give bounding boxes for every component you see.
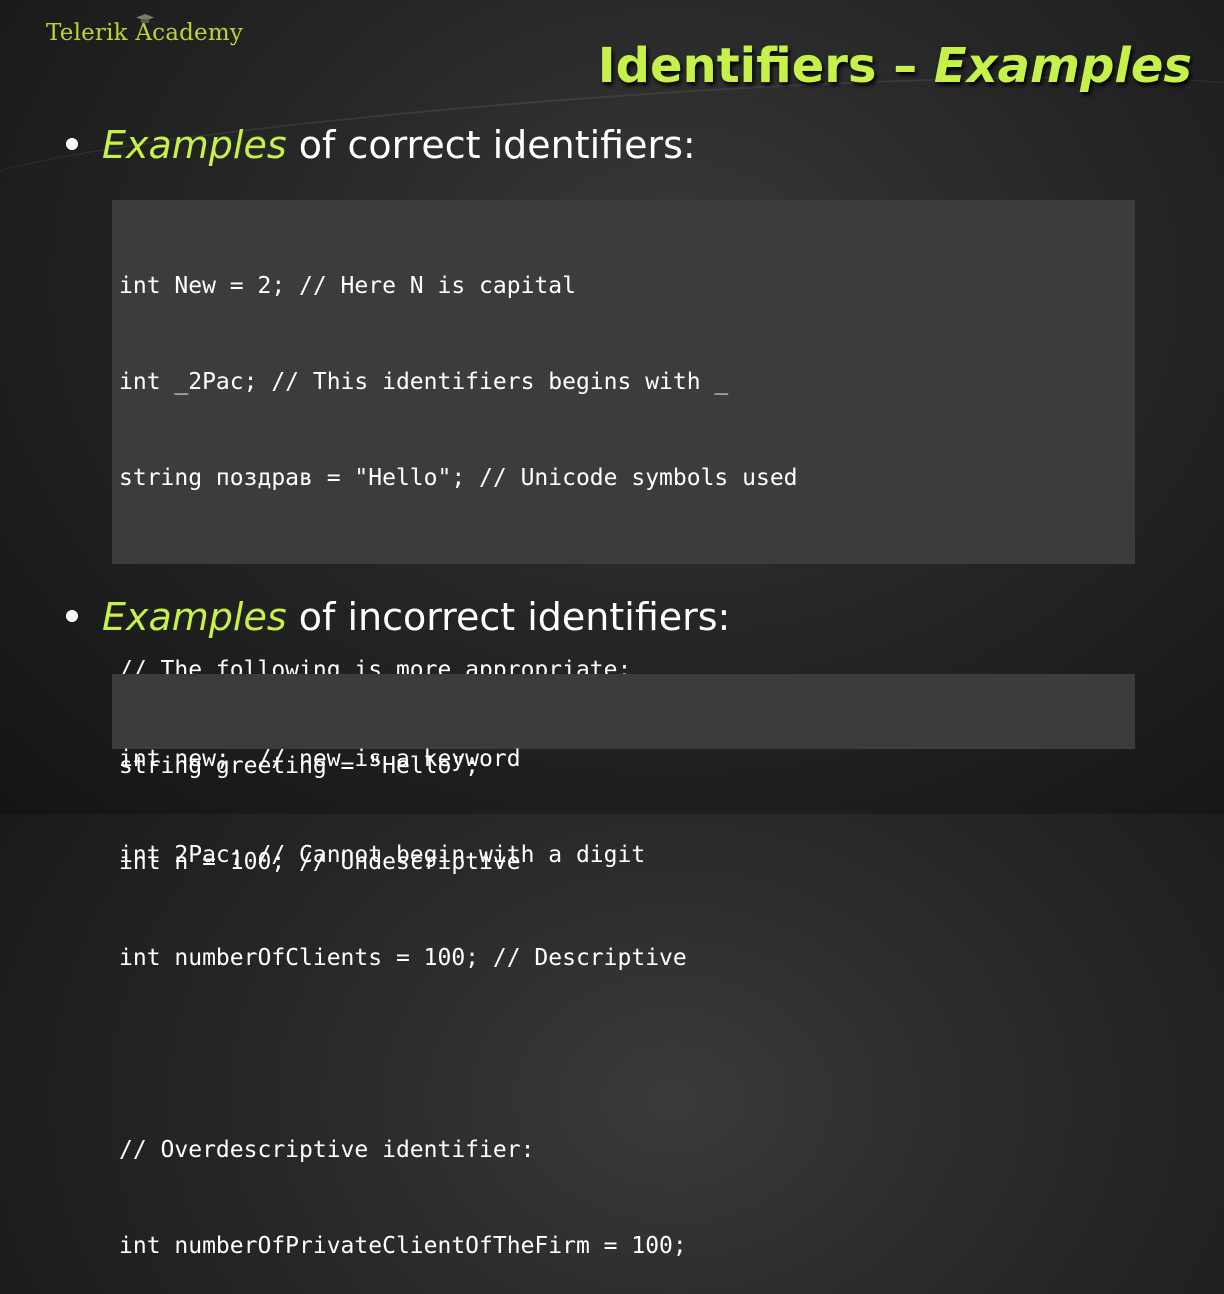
- code-line: int numberOfClients = 100; // Descriptiv…: [119, 945, 687, 971]
- bullet-dot-icon: [66, 137, 78, 150]
- title-italic: Examples: [933, 38, 1192, 94]
- bullet-text: of incorrect identifiers:: [286, 595, 731, 639]
- code-line: int 2Pac; // Cannot begin with a digit: [119, 842, 646, 868]
- bullet-text: of correct identifiers:: [286, 123, 696, 167]
- title-main: Identifiers –: [597, 38, 934, 94]
- bullet-correct-identifiers: Examples of correct identifiers:: [66, 126, 696, 164]
- bullet-dot-icon: [66, 609, 78, 622]
- code-block-incorrect: int new; // new is a keyword int 2Pac; /…: [112, 674, 1135, 868]
- code-line: int numberOfPrivateClientOfTheFirm = 100…: [119, 1233, 687, 1259]
- telerik-academy-logo: Telerik Academy: [46, 14, 243, 46]
- code-line: int new; // new is a keyword: [119, 746, 521, 772]
- bullet-highlight: Examples: [102, 595, 287, 639]
- code-block-correct: int New = 2; // Here N is capital int _2…: [112, 200, 1135, 1259]
- slide-title: Identifiers – Examples: [598, 38, 1192, 94]
- code-line: int New = 2; // Here N is capital: [119, 273, 576, 299]
- bullet-highlight: Examples: [102, 123, 287, 167]
- code-line: string поздрав = "Hello"; // Unicode sym…: [119, 465, 798, 491]
- code-line: int _2Pac; // This identifiers begins wi…: [119, 369, 729, 395]
- bullet-incorrect-identifiers: Examples of incorrect identifiers:: [66, 598, 730, 636]
- graduation-cap-icon: [136, 14, 154, 23]
- code-line: // Overdescriptive identifier:: [119, 1137, 535, 1163]
